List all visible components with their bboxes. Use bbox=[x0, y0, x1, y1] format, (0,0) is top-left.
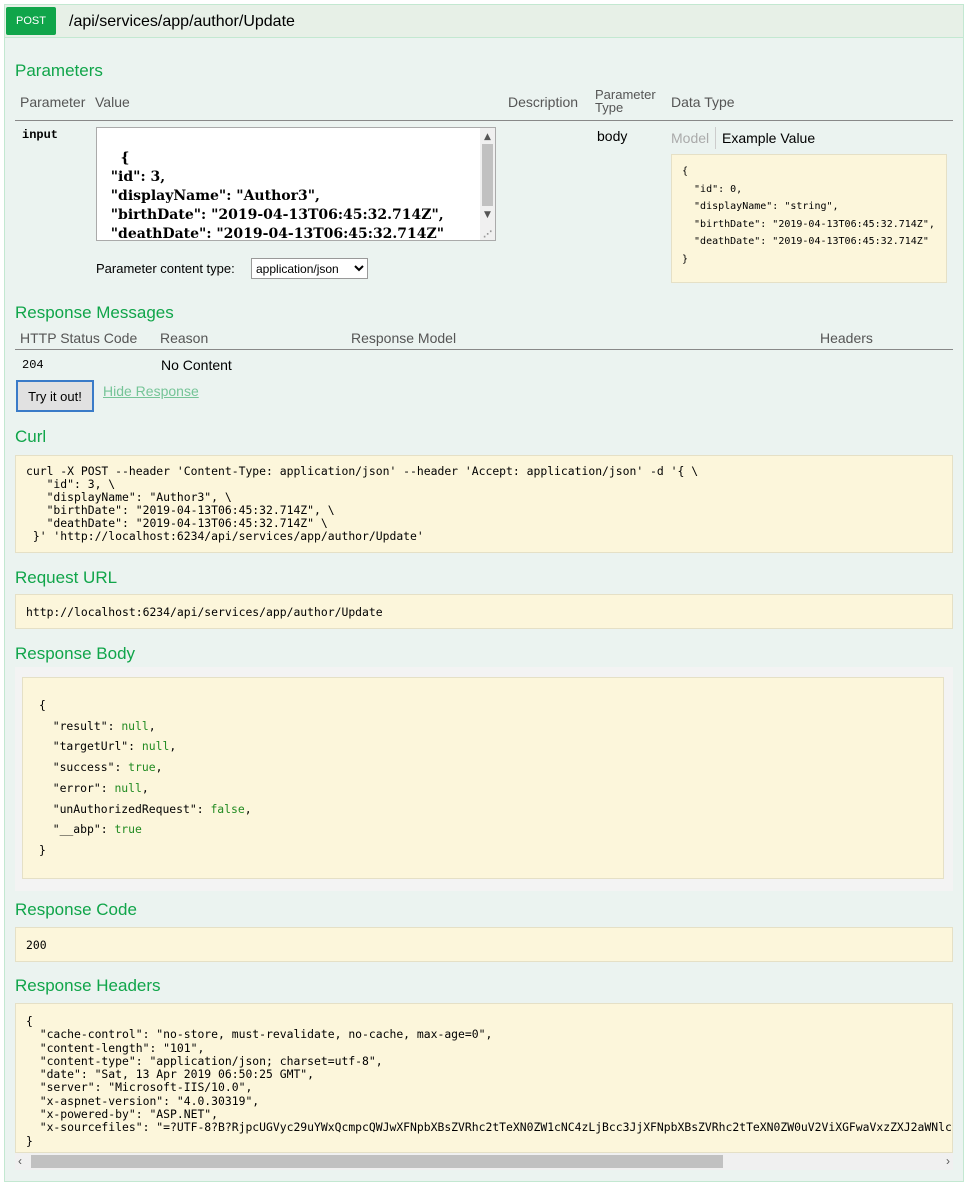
scroll-left-icon[interactable]: ‹ bbox=[18, 1154, 22, 1168]
col-description: Description bbox=[508, 94, 579, 110]
body-line: "unAuthorizedRequest": false, bbox=[52, 801, 252, 816]
http-method-badge[interactable]: POST bbox=[6, 7, 56, 35]
scroll-down-icon[interactable]: ▼ bbox=[480, 206, 495, 225]
operation-header[interactable]: POST /api/services/app/author/Update bbox=[5, 5, 963, 38]
reason-value: No Content bbox=[161, 357, 232, 373]
param-value-textarea[interactable]: { "id": 3, "displayName": "Author3", "bi… bbox=[96, 127, 496, 241]
tab-model[interactable]: Model bbox=[671, 130, 709, 146]
tab-example-value[interactable]: Example Value bbox=[722, 130, 815, 146]
content-type-select[interactable]: application/json bbox=[251, 258, 368, 279]
brace-open: { bbox=[39, 698, 46, 712]
body-line: "targetUrl": null, bbox=[52, 739, 177, 754]
col-value: Value bbox=[95, 94, 130, 110]
param-type-value: body bbox=[597, 128, 628, 144]
response-body-heading: Response Body bbox=[15, 644, 136, 663]
headers-scroll-thumb[interactable] bbox=[31, 1155, 723, 1168]
curl-box[interactable]: curl -X POST --header 'Content-Type: app… bbox=[15, 455, 953, 553]
response-code-box[interactable]: 200 bbox=[15, 927, 953, 962]
try-it-out-button[interactable]: Try it out! bbox=[16, 380, 94, 412]
body-line: "result": null, bbox=[52, 718, 156, 733]
example-value-box[interactable]: { "id": 0, "displayName": "string", "bir… bbox=[671, 154, 947, 283]
response-code-heading: Response Code bbox=[15, 900, 137, 919]
response-body-wrapper: { "result": null, "targetUrl": null, "su… bbox=[15, 667, 953, 891]
operation-panel: POST /api/services/app/author/Update Par… bbox=[4, 4, 964, 1182]
brace-close: } bbox=[39, 842, 46, 857]
response-messages-divider bbox=[15, 349, 953, 350]
tab-separator bbox=[715, 127, 716, 149]
response-headers-heading: Response Headers bbox=[15, 976, 161, 995]
scroll-right-icon[interactable]: › bbox=[946, 1154, 950, 1168]
param-name: input bbox=[22, 128, 59, 142]
body-line: "__abp": true bbox=[52, 822, 142, 837]
col-reason: Reason bbox=[160, 330, 209, 346]
parameters-heading: Parameters bbox=[15, 61, 103, 80]
request-url-heading: Request URL bbox=[15, 568, 118, 587]
curl-heading: Curl bbox=[15, 427, 47, 446]
content-type-label: Parameter content type: bbox=[96, 261, 235, 276]
response-messages-heading: Response Messages bbox=[15, 303, 174, 322]
endpoint-path[interactable]: /api/services/app/author/Update bbox=[69, 13, 295, 31]
param-value-text[interactable]: { "id": 3, "displayName": "Author3", "bi… bbox=[101, 150, 444, 240]
body-line: "error": null, bbox=[52, 780, 149, 795]
response-body-box[interactable]: { "result": null, "targetUrl": null, "su… bbox=[22, 677, 944, 879]
request-url-box[interactable]: http://localhost:6234/api/services/app/a… bbox=[15, 594, 953, 629]
col-parameter-type: Parameter Type bbox=[595, 87, 656, 115]
col-response-model: Response Model bbox=[351, 330, 457, 346]
status-code-value: 204 bbox=[22, 358, 44, 372]
col-http-status-code: HTTP Status Code bbox=[20, 330, 138, 346]
headers-horizontal-scrollbar[interactable]: ‹ › bbox=[15, 1153, 953, 1170]
resize-grip-icon[interactable]: ⋰ bbox=[480, 226, 495, 240]
textarea-scroll-thumb[interactable] bbox=[482, 144, 493, 206]
response-headers-box[interactable]: { "cache-control": "no-store, must-reval… bbox=[15, 1003, 953, 1153]
col-data-type: Data Type bbox=[671, 94, 735, 110]
col-parameter: Parameter bbox=[20, 94, 86, 110]
body-line: "success": true, bbox=[52, 760, 163, 775]
hide-response-link[interactable]: Hide Response bbox=[103, 383, 199, 399]
parameters-divider bbox=[15, 120, 953, 121]
col-headers: Headers bbox=[820, 330, 873, 346]
textarea-scrollbar[interactable]: ▲ ▼ ⋰ bbox=[480, 128, 495, 240]
